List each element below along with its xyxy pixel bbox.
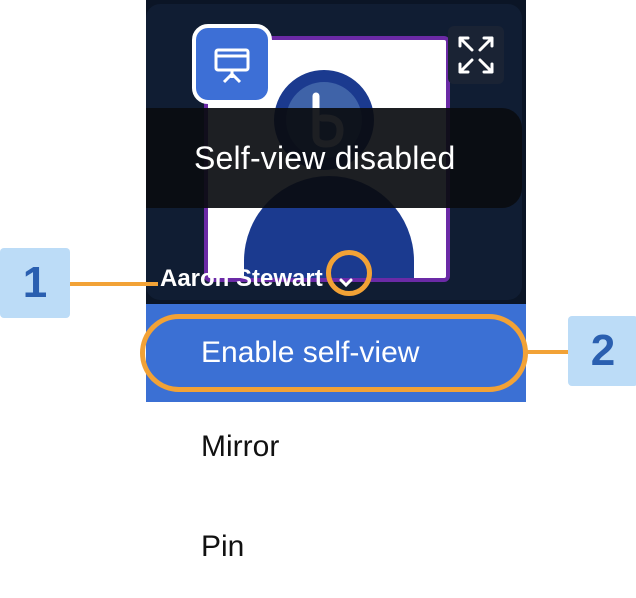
callout-1-leader: [70, 282, 158, 286]
participant-name: Aaron Stewart: [160, 265, 323, 292]
menu-item-label: Mirror: [201, 430, 280, 463]
present-button[interactable]: [192, 24, 272, 104]
self-view-disabled-text: Self-view disabled: [194, 140, 456, 176]
menu-item-mirror[interactable]: Mirror: [146, 404, 526, 490]
callout-2-leader: [526, 350, 570, 354]
menu-item-pin[interactable]: Pin: [146, 504, 526, 590]
presentation-icon: [214, 48, 250, 84]
expand-icon: [458, 36, 494, 74]
menu-item-label: Pin: [201, 530, 245, 563]
self-view-overlay: Self-view disabled: [146, 108, 522, 208]
expand-button[interactable]: [448, 26, 504, 84]
callout-1-badge: 1: [0, 248, 70, 318]
dropdown-highlight-ring: [326, 250, 372, 296]
enable-self-view-highlight-ring: [140, 314, 528, 392]
callout-2-badge: 2: [568, 316, 636, 386]
